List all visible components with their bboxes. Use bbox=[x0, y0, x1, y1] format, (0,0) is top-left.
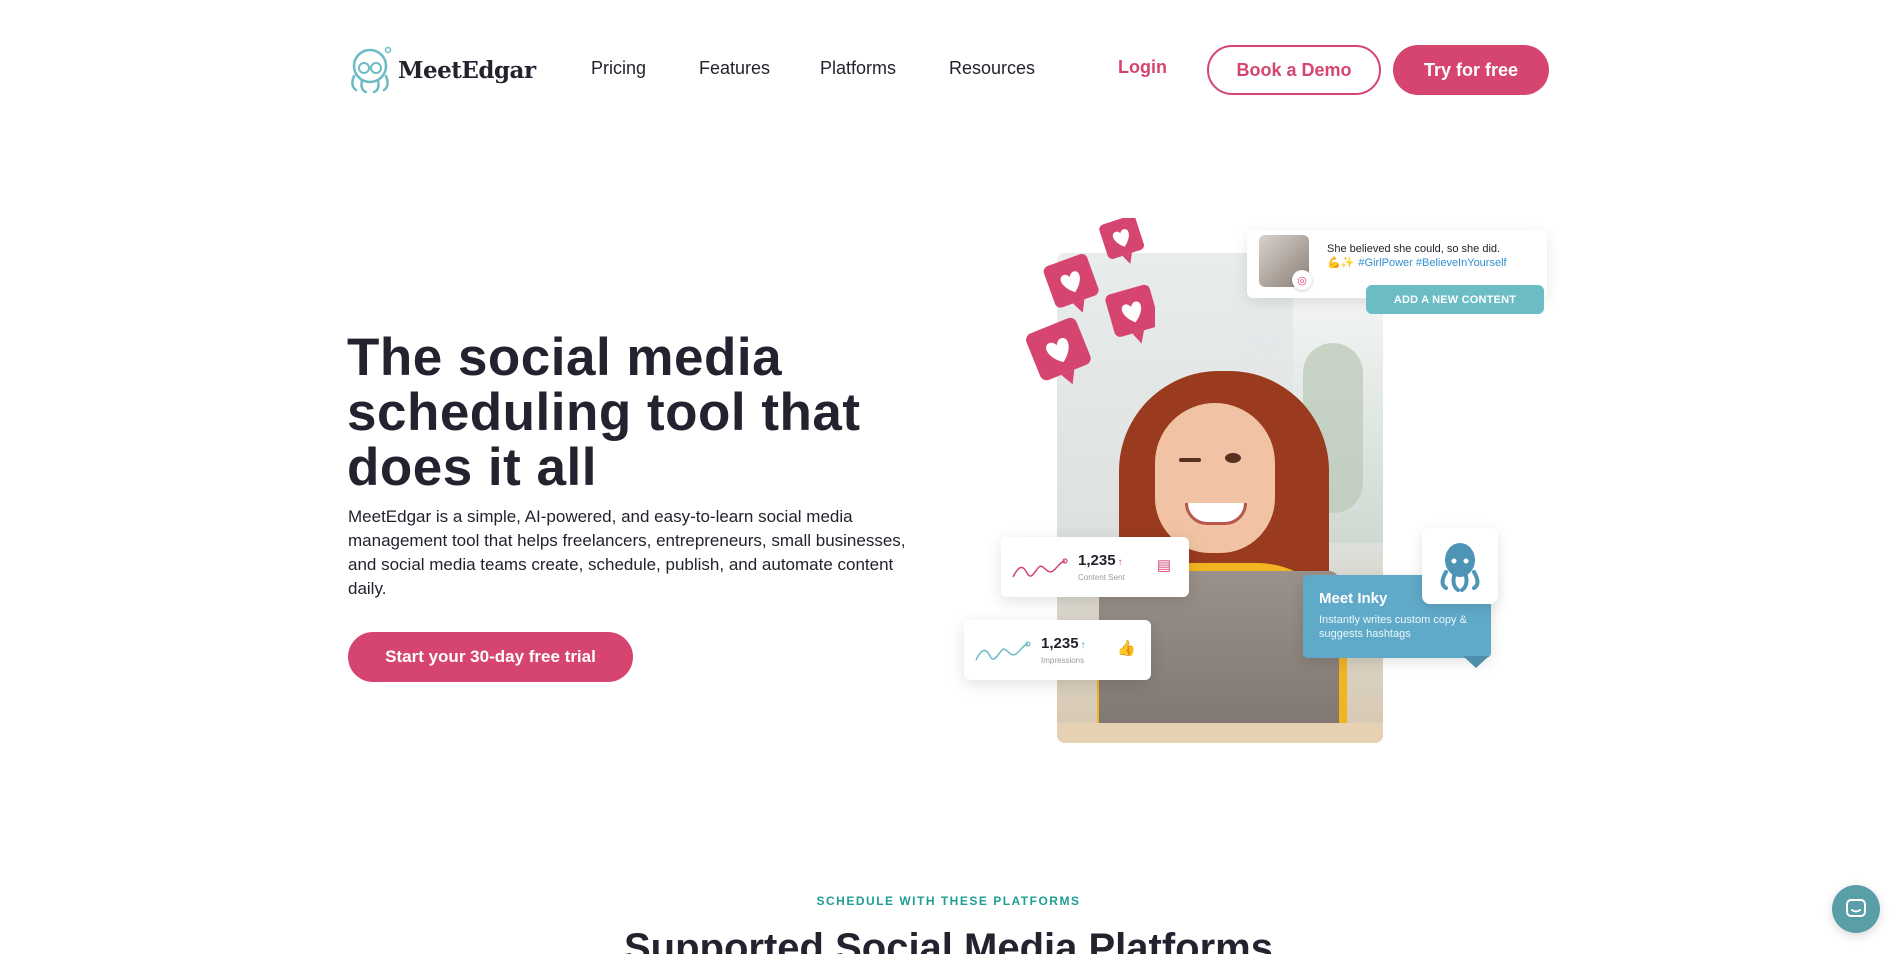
stat-label: Content Sent bbox=[1078, 573, 1125, 582]
sparkline-icon bbox=[1012, 558, 1068, 578]
decor-circle-small bbox=[1241, 355, 1251, 365]
inky-description: Instantly writes custom copy & suggests … bbox=[1319, 614, 1467, 640]
hero-title: The social media scheduling tool that do… bbox=[347, 328, 861, 497]
post-hashtag-text: #GirlPower #BelieveInYourself bbox=[1358, 257, 1507, 269]
stat-card-impressions: 1,235 ↑ Impressions 👍 bbox=[964, 620, 1151, 680]
nav-link-pricing[interactable]: Pricing bbox=[591, 58, 646, 79]
photo-eye bbox=[1225, 453, 1241, 463]
start-trial-button[interactable]: Start your 30-day free trial bbox=[348, 632, 633, 682]
add-new-content-button: ADD A NEW CONTENT bbox=[1366, 285, 1544, 314]
section-title: Supported Social Media Platforms bbox=[623, 926, 1273, 954]
decor-circle-large bbox=[1255, 328, 1280, 353]
stat-up-arrow-icon: ↑ bbox=[1117, 557, 1123, 568]
stat-number: 1,235 bbox=[1078, 552, 1116, 569]
book-demo-button[interactable]: Book a Demo bbox=[1207, 45, 1381, 95]
section-eyebrow: SCHEDULE WITH THESE PLATFORMS bbox=[816, 894, 1081, 908]
nav-link-features[interactable]: Features bbox=[699, 58, 770, 79]
try-free-button[interactable]: Try for free bbox=[1393, 45, 1549, 95]
hero-description: MeetEdgar is a simple, AI-powered, and e… bbox=[348, 507, 906, 598]
post-caption: She believed she could, so she did. bbox=[1327, 243, 1501, 255]
logo-text: MeetEdgar bbox=[398, 56, 536, 84]
nav-link-resources[interactable]: Resources bbox=[949, 58, 1035, 79]
logo[interactable]: MeetEdgar bbox=[346, 46, 536, 94]
top-navigation: MeetEdgar Pricing Features Platforms Res… bbox=[0, 0, 1897, 140]
stat-card-content-sent: 1,235 ↑ Content Sent ▤ bbox=[1001, 537, 1189, 597]
chat-icon bbox=[1846, 899, 1866, 917]
photo-eye-wink bbox=[1179, 458, 1201, 462]
nav-link-platforms[interactable]: Platforms bbox=[820, 58, 896, 79]
inky-title: Meet Inky bbox=[1319, 590, 1388, 607]
inky-avatar bbox=[1422, 528, 1498, 604]
stat-label: Impressions bbox=[1041, 656, 1085, 665]
stat-value: 1,235 ↑ bbox=[1041, 635, 1086, 652]
document-icon: ▤ bbox=[1156, 557, 1172, 574]
instagram-icon: ◎ bbox=[1292, 270, 1312, 290]
stat-up-arrow-icon: ↑ bbox=[1080, 640, 1086, 651]
photo-desk bbox=[1057, 723, 1383, 743]
sparkline-icon bbox=[975, 641, 1031, 661]
thumbs-up-icon: 👍 bbox=[1117, 640, 1136, 657]
chat-support-button[interactable] bbox=[1832, 885, 1880, 933]
like-hearts-icon bbox=[1026, 218, 1155, 385]
post-emoji: 💪✨ bbox=[1327, 257, 1355, 269]
stat-number: 1,235 bbox=[1041, 635, 1079, 652]
photo-face bbox=[1155, 403, 1275, 553]
inky-card-tail bbox=[1463, 656, 1489, 668]
login-link[interactable]: Login bbox=[1118, 57, 1167, 78]
octopus-icon bbox=[1440, 543, 1480, 592]
post-hashtags: 💪✨ #GirlPower #BelieveInYourself bbox=[1327, 256, 1507, 270]
octopus-logo-icon bbox=[351, 46, 392, 94]
stat-value: 1,235 ↑ bbox=[1078, 552, 1123, 569]
